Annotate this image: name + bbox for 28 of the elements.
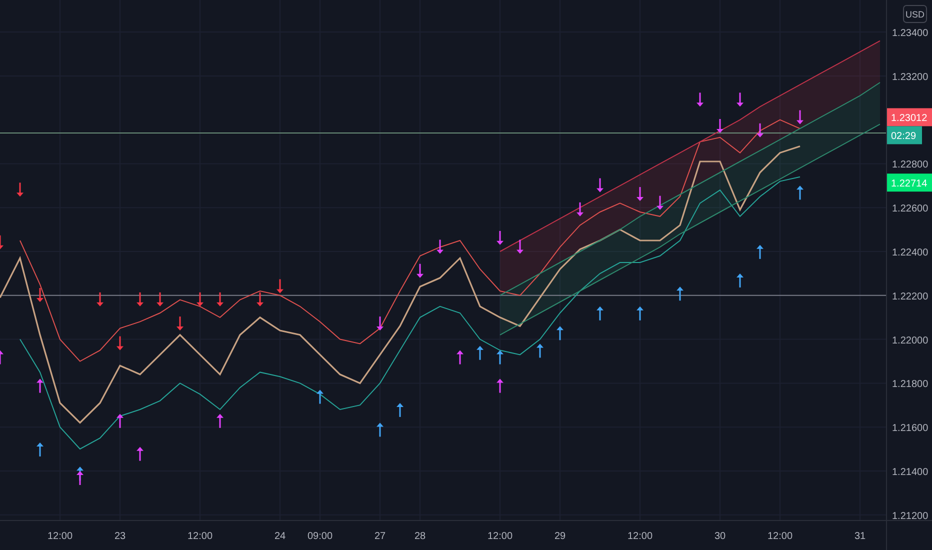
time-axis-label: 30: [714, 531, 726, 542]
time-axis-label: 31: [854, 531, 866, 542]
time-axis-label: 12:00: [47, 531, 73, 542]
price-axis-label: 1.21600: [892, 423, 928, 434]
price-axis-label: 1.22600: [892, 204, 928, 215]
time-axis-label: 27: [374, 531, 386, 542]
time-axis-label: 12:00: [187, 531, 213, 542]
time-axis-label: 12:00: [627, 531, 653, 542]
price-badge: 1.22714: [887, 174, 932, 192]
price-axis-label: 1.21800: [892, 379, 928, 390]
time-axis-label: 12:00: [767, 531, 793, 542]
time-axis-label: 29: [554, 531, 566, 542]
price-badge: 02:29: [887, 126, 922, 144]
time-axis-label: 12:00: [487, 531, 513, 542]
time-axis-label: 09:00: [307, 531, 333, 542]
price-axis-label: 1.21200: [892, 510, 928, 522]
time-axis-label: 24: [274, 531, 286, 542]
price-axis-label: 1.22400: [892, 248, 928, 259]
price-axis-label: 1.21400: [892, 467, 928, 478]
currency-button[interactable]: USD: [903, 5, 927, 23]
time-axis-label: 23: [114, 531, 126, 542]
price-axis-label: 1.23200: [892, 72, 928, 83]
price-badge: 1.23012: [887, 108, 932, 126]
time-axis-label: 28: [414, 531, 426, 542]
price-axis-label: 1.22000: [892, 335, 928, 346]
price-axis-label: 1.22200: [892, 291, 928, 302]
price-axis-label: 1.23400: [892, 28, 928, 40]
price-axis-label: 1.22800: [892, 160, 928, 171]
